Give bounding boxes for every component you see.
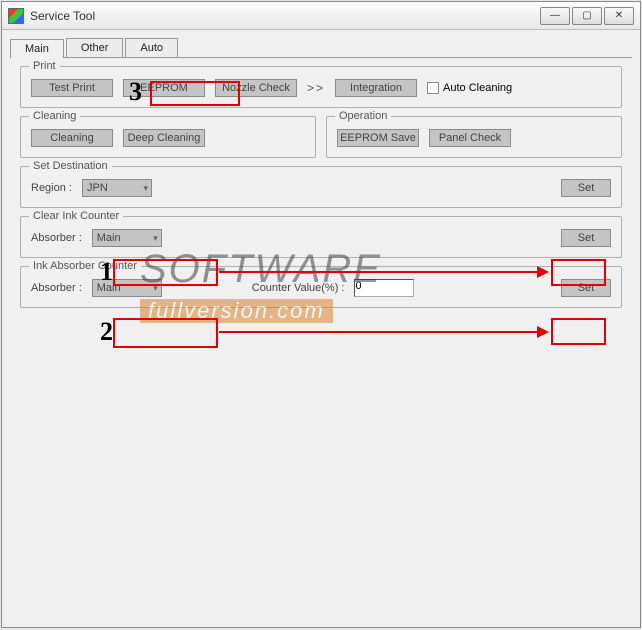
tab-bar: Main Other Auto: [10, 38, 632, 58]
group-clear-ink-title: Clear Ink Counter: [29, 210, 123, 222]
deep-cleaning-button[interactable]: Deep Cleaning: [123, 129, 205, 147]
group-cleaning-title: Cleaning: [29, 110, 80, 122]
group-clear-ink: Clear Ink Counter Absorber : Main Set: [20, 216, 622, 258]
region-combo[interactable]: JPN: [82, 179, 152, 197]
content-area: Main Other Auto Print Test Print EEPROM …: [2, 30, 640, 324]
eeprom-save-button[interactable]: EEPROM Save: [337, 129, 419, 147]
clear-ink-absorber-combo[interactable]: Main: [92, 229, 162, 247]
panel-check-button[interactable]: Panel Check: [429, 129, 511, 147]
group-ink-absorber-title: Ink Absorber Counter: [29, 260, 141, 272]
close-button[interactable]: ✕: [604, 7, 634, 25]
checkbox-icon: [427, 82, 439, 94]
window-controls: — ▢ ✕: [540, 7, 634, 25]
counter-value-label: Counter Value(%) :: [252, 282, 345, 294]
clear-ink-absorber-label: Absorber :: [31, 232, 82, 244]
ink-absorber-set-button[interactable]: Set: [561, 279, 611, 297]
integration-button[interactable]: Integration: [335, 79, 417, 97]
region-label: Region :: [31, 182, 72, 194]
test-print-button[interactable]: Test Print: [31, 79, 113, 97]
print-arrow: >>: [307, 81, 325, 95]
titlebar: Service Tool — ▢ ✕: [2, 2, 640, 30]
group-cleaning: Cleaning Cleaning Deep Cleaning: [20, 116, 316, 158]
nozzle-check-button[interactable]: Nozzle Check: [215, 79, 297, 97]
group-print-title: Print: [29, 60, 60, 72]
app-icon: [8, 8, 24, 24]
cleaning-button[interactable]: Cleaning: [31, 129, 113, 147]
app-window: Service Tool — ▢ ✕ Main Other Auto Print…: [1, 1, 641, 628]
eeprom-button[interactable]: EEPROM: [123, 79, 205, 97]
auto-cleaning-label: Auto Cleaning: [443, 82, 512, 94]
tab-other[interactable]: Other: [66, 38, 124, 57]
tab-main[interactable]: Main: [10, 39, 64, 58]
group-operation-title: Operation: [335, 110, 391, 122]
ink-absorber-combo[interactable]: Main: [92, 279, 162, 297]
group-operation: Operation EEPROM Save Panel Check: [326, 116, 622, 158]
window-title: Service Tool: [30, 9, 540, 23]
auto-cleaning-checkbox[interactable]: Auto Cleaning: [427, 82, 512, 94]
ink-absorber-label: Absorber :: [31, 282, 82, 294]
tab-auto[interactable]: Auto: [125, 38, 178, 57]
group-set-destination: Set Destination Region : JPN Set: [20, 166, 622, 208]
counter-value-input[interactable]: 0: [354, 279, 414, 297]
main-panel: Print Test Print EEPROM Nozzle Check >> …: [10, 66, 632, 308]
clear-ink-set-button[interactable]: Set: [561, 229, 611, 247]
group-ink-absorber: Ink Absorber Counter Absorber : Main Cou…: [20, 266, 622, 308]
group-print: Print Test Print EEPROM Nozzle Check >> …: [20, 66, 622, 108]
group-set-destination-title: Set Destination: [29, 160, 112, 172]
minimize-button[interactable]: —: [540, 7, 570, 25]
set-destination-set-button[interactable]: Set: [561, 179, 611, 197]
maximize-button[interactable]: ▢: [572, 7, 602, 25]
